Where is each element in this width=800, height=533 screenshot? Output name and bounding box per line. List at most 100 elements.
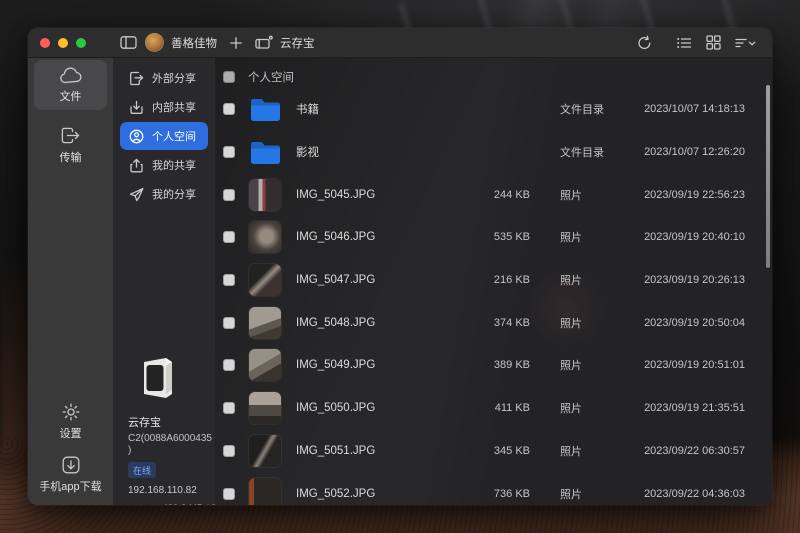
nav-item-label: 设置 — [59, 428, 82, 440]
sidebar-item-personal-space[interactable]: 个人空间 — [120, 122, 208, 150]
folder-icon — [250, 141, 280, 164]
device-ip-address: 192.168.110.82 — [128, 484, 197, 496]
online-status-badge: 在线 — [128, 462, 157, 478]
file-name: IMG_5051.JPG — [296, 444, 376, 457]
list-title: 个人空间 — [248, 72, 294, 84]
sidebar-item-label: 我的共享 — [152, 160, 196, 172]
toolbar: 善格佳物 云存宝 — [28, 28, 772, 58]
photo-thumbnail — [249, 306, 281, 339]
row-checkbox[interactable] — [223, 231, 235, 244]
file-list-panel: 个人空间 书籍 文件目录 2023/10/07 14:18:13 影视 文件目录… — [215, 58, 772, 505]
zoom-window-button[interactable] — [76, 37, 86, 48]
list-header: 个人空间 — [215, 66, 772, 88]
row-checkbox[interactable] — [223, 146, 235, 159]
nav-item-label: 传输 — [59, 152, 82, 164]
row-checkbox[interactable] — [223, 103, 235, 116]
file-type: 照片 — [560, 275, 582, 288]
scrollbar-thumb[interactable] — [766, 85, 770, 268]
person-icon — [129, 129, 144, 143]
sidebar-toggle-button[interactable] — [120, 35, 137, 50]
file-date: 2023/09/22 04:36:03 — [644, 487, 745, 500]
file-size: 345 KB — [493, 444, 530, 457]
device-icon[interactable] — [255, 35, 273, 50]
file-date: 2023/09/19 22:56:23 — [644, 188, 745, 201]
file-row[interactable]: IMG_5046.JPG 535 KB 照片 2023/09/19 20:40:… — [215, 216, 772, 259]
sort-options-button[interactable] — [735, 36, 756, 50]
share-sidebar: 外部分享 内部共享 个人空间 我的共享 我的分享 云存宝 C2(0088A600… — [113, 58, 230, 506]
file-size: 411 KB — [494, 402, 530, 415]
file-type: 照片 — [560, 403, 582, 416]
row-checkbox[interactable] — [223, 402, 235, 415]
user-avatar[interactable] — [145, 33, 164, 52]
device-name: 云存宝 — [128, 417, 161, 429]
row-checkbox[interactable] — [223, 359, 235, 372]
nav-item-files[interactable]: 文件 — [34, 60, 107, 110]
photo-thumbnail — [249, 349, 281, 382]
file-date: 2023/10/07 14:18:13 — [644, 103, 745, 116]
file-row[interactable]: 书籍 文件目录 2023/10/07 14:18:13 — [215, 88, 772, 131]
file-size: 374 KB — [493, 316, 530, 329]
row-checkbox[interactable] — [223, 188, 235, 201]
file-type: 照片 — [560, 360, 582, 373]
nav-item-transfer[interactable]: 传输 — [34, 120, 107, 171]
photo-thumbnail — [249, 221, 281, 254]
select-all-checkbox[interactable] — [223, 71, 235, 83]
close-window-button[interactable] — [40, 37, 50, 48]
storage-usage: 已使用 429.8 MB / 93... — [128, 503, 230, 506]
row-checkbox[interactable] — [223, 316, 235, 329]
file-size: 244 KB — [493, 188, 530, 201]
file-row[interactable]: IMG_5050.JPG 411 KB 照片 2023/09/19 21:35:… — [215, 387, 772, 430]
gear-icon — [62, 403, 79, 421]
row-checkbox[interactable] — [223, 444, 235, 457]
sidebar-item-my-shared[interactable]: 我的共享 — [120, 151, 208, 179]
file-type: 照片 — [560, 488, 582, 501]
file-size: 535 KB — [493, 231, 530, 244]
file-type: 文件目录 — [560, 104, 604, 117]
refresh-button[interactable] — [637, 35, 652, 50]
traffic-lights — [40, 37, 86, 48]
minimize-window-button[interactable] — [58, 37, 68, 48]
list-view-button[interactable] — [676, 36, 692, 50]
account-name[interactable]: 善格佳物 — [171, 35, 217, 51]
file-row[interactable]: 影视 文件目录 2023/10/07 12:26:20 — [215, 131, 772, 174]
file-row[interactable]: IMG_5051.JPG 345 KB 照片 2023/09/22 06:30:… — [215, 430, 772, 473]
photo-thumbnail — [249, 434, 281, 467]
file-name: 影视 — [296, 147, 319, 160]
window-body: 文件 传输 设置 手机app下载 外部分享 内部共享 个人空间 我的共享 我的分… — [28, 58, 772, 505]
sidebar-item-label: 外部分享 — [152, 73, 196, 85]
file-type: 照片 — [560, 232, 582, 245]
file-row[interactable]: IMG_5047.JPG 216 KB 照片 2023/09/19 20:26:… — [215, 259, 772, 302]
app-window: 善格佳物 云存宝 文件 传输 设置 手机app下载 外部分享 内部共享 个人空间… — [27, 27, 773, 506]
grid-view-button[interactable] — [706, 35, 721, 50]
file-name: IMG_5046.JPG — [296, 231, 376, 244]
folder-icon — [250, 98, 280, 121]
add-button[interactable] — [230, 36, 242, 49]
sidebar-item-external-share[interactable]: 外部分享 — [120, 64, 208, 92]
paper-plane-icon — [129, 187, 144, 201]
file-size: 736 KB — [493, 487, 530, 500]
sidebar-item-label: 个人空间 — [152, 131, 196, 143]
file-date: 2023/09/22 06:30:57 — [644, 444, 745, 457]
file-date: 2023/09/19 20:26:13 — [644, 274, 745, 287]
file-row[interactable]: IMG_5045.JPG 244 KB 照片 2023/09/19 22:56:… — [215, 173, 772, 216]
usage-label: 已使用 — [128, 503, 157, 506]
nav-item-label: 手机app下载 — [39, 481, 102, 493]
sidebar-item-label: 我的分享 — [152, 189, 196, 201]
file-row[interactable]: IMG_5052.JPG 736 KB 照片 2023/09/22 04:36:… — [215, 472, 772, 505]
file-row[interactable]: IMG_5049.JPG 389 KB 照片 2023/09/19 20:51:… — [215, 344, 772, 387]
file-row[interactable]: IMG_5048.JPG 374 KB 照片 2023/09/19 20:50:… — [215, 301, 772, 344]
nav-sidebar-bottom: 设置 手机app下载 — [28, 397, 113, 497]
file-name: IMG_5047.JPG — [296, 274, 376, 287]
photo-thumbnail — [249, 264, 281, 297]
desktop: 善格佳物 云存宝 文件 传输 设置 手机app下载 外部分享 内部共享 个人空间… — [0, 0, 800, 533]
sidebar-item-my-share[interactable]: 我的分享 — [120, 180, 208, 208]
nav-item-app-download[interactable]: 手机app下载 — [34, 452, 107, 497]
row-checkbox[interactable] — [223, 487, 235, 500]
sidebar-item-internal-share[interactable]: 内部共享 — [120, 93, 208, 121]
row-checkbox[interactable] — [223, 274, 235, 287]
document-share-icon — [130, 71, 144, 85]
nav-item-settings[interactable]: 设置 — [34, 399, 107, 444]
device-title[interactable]: 云存宝 — [280, 35, 315, 51]
file-name: IMG_5052.JPG — [296, 487, 376, 500]
photo-thumbnail — [249, 477, 281, 505]
